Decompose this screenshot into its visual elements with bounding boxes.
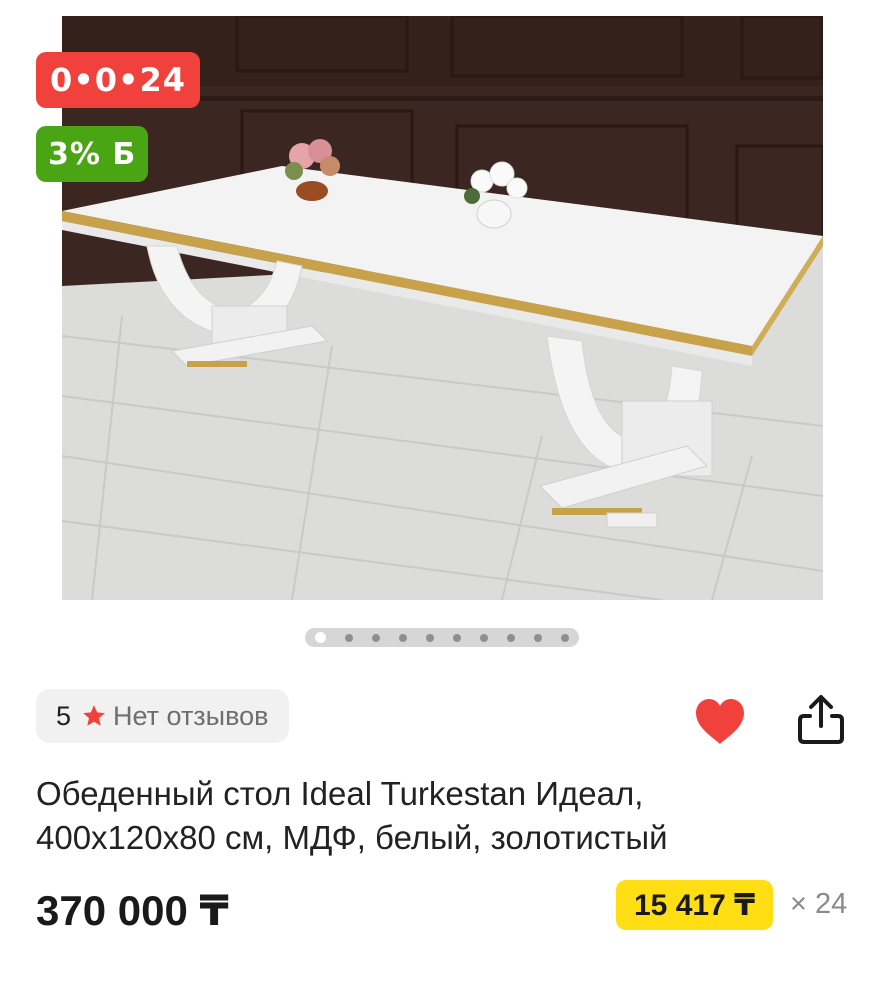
heart-icon <box>696 699 744 744</box>
rating-summary[interactable]: 5 Нет отзывов <box>36 689 289 743</box>
carousel-dot[interactable] <box>372 633 380 642</box>
product-title-line: Обеденный стол Ideal Turkestan Идеал, <box>36 775 644 812</box>
favorite-button[interactable] <box>694 698 746 746</box>
installment-badge[interactable]: 15 417 ₸ <box>616 880 773 930</box>
carousel-dot[interactable] <box>315 632 326 643</box>
share-icon <box>798 695 844 744</box>
rating-value: 5 <box>56 700 72 731</box>
countdown-badge: 0•0•24 <box>36 52 200 108</box>
carousel-dot[interactable] <box>453 633 461 642</box>
star-icon <box>83 705 105 726</box>
share-button[interactable] <box>794 692 848 746</box>
bonus-badge: 3% Б <box>36 126 149 182</box>
carousel-dot[interactable] <box>426 633 434 642</box>
carousel-dot[interactable] <box>480 633 488 642</box>
reviews-count-text: Нет отзывов <box>113 700 269 731</box>
product-title-line: 400x120x80 см, МДФ, белый, золотистый <box>36 819 668 856</box>
carousel-dot[interactable] <box>399 633 407 642</box>
carousel-dot[interactable] <box>534 633 542 642</box>
carousel-dot[interactable] <box>507 633 515 642</box>
product-price: 370 000 ₸ <box>36 887 229 934</box>
carousel-indicator[interactable] <box>305 628 579 647</box>
carousel-dot[interactable] <box>345 633 353 642</box>
installment-months: × 24 <box>790 888 848 920</box>
carousel-dot[interactable] <box>561 633 569 642</box>
product-title: Обеденный стол Ideal Turkestan Идеал, 40… <box>36 772 856 860</box>
